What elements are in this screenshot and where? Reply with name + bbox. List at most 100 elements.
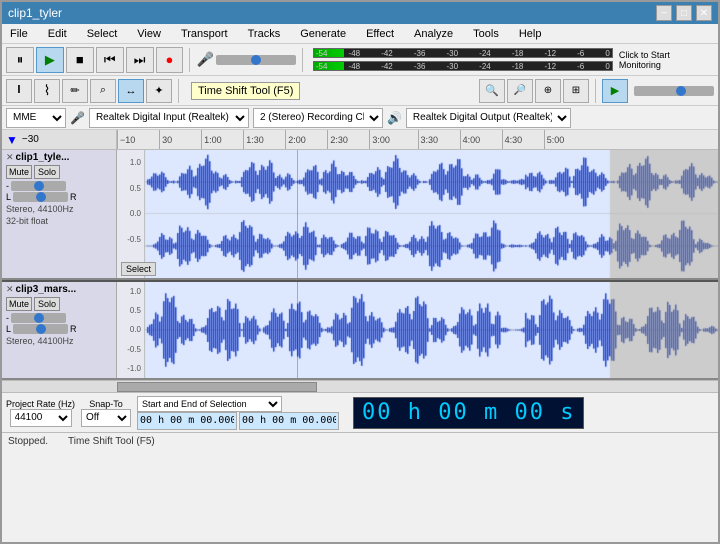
selection-end-input[interactable] <box>239 412 339 430</box>
timeline-arrow: ▼ <box>6 133 18 147</box>
stop-button[interactable]: ■ <box>66 47 94 73</box>
track1-pan-l: L <box>6 192 11 202</box>
horizontal-scrollbar[interactable] <box>2 380 718 392</box>
play-green-button[interactable]: ▶ <box>602 79 628 103</box>
track1-label: ✕ clip1_tyle... Mute Solo - L R Stereo, … <box>2 150 117 278</box>
track2-close-button[interactable]: ✕ <box>6 284 14 295</box>
track2-mute-button[interactable]: Mute <box>6 297 32 311</box>
track1-solo-button[interactable]: Solo <box>34 165 60 179</box>
track2-content[interactable]: 1.0 0.5 0.0 -0.5 -1.0 <box>117 282 718 378</box>
zoom-sep <box>595 79 596 103</box>
playback-gain-slider[interactable] <box>634 86 714 96</box>
tooltip-popup: Time Shift Tool (F5) <box>191 82 300 100</box>
speaker-icon: 🔊 <box>387 111 402 125</box>
channels-select[interactable]: 2 (Stereo) Recording Cha... <box>253 108 383 128</box>
selection-tool-button[interactable]: 𝐈 <box>6 79 32 103</box>
toolbar-separator <box>189 48 190 72</box>
vu-meter-area: -54-48-42-36-30-24-18-12-60 -54-48-42-36… <box>313 48 613 71</box>
play-button[interactable]: ▶ <box>36 47 64 73</box>
timeshift-tool-button[interactable]: ↔ <box>118 79 144 103</box>
ruler-ticks-area[interactable]: −10 30 1:00 1:30 2:00 2:30 3:00 3:30 4:0… <box>117 130 718 149</box>
big-time-display: 00 h 00 m 00 s <box>353 397 584 429</box>
ruler-tick: 2:30 <box>327 130 348 149</box>
track2-label: ✕ clip3_mars... Mute Solo - L R Stereo, … <box>2 282 117 378</box>
track1-select-button[interactable]: Select <box>121 262 156 276</box>
tools-sep <box>178 79 179 103</box>
selection-type-select[interactable]: Start and End of Selection <box>137 396 282 412</box>
ruler-spacer: ▼ −30 <box>2 130 117 149</box>
menu-help[interactable]: Help <box>515 26 546 42</box>
selection-range-area: Start and End of Selection <box>137 396 339 430</box>
ruler-tick: −10 <box>117 130 135 149</box>
record-button[interactable]: ● <box>156 47 184 73</box>
menu-file[interactable]: File <box>6 26 32 42</box>
status-left: Stopped. <box>8 436 48 447</box>
minimize-button[interactable]: − <box>656 5 672 21</box>
zoom-tool-button[interactable]: ⌕ <box>90 79 116 103</box>
track2-playhead <box>297 282 298 378</box>
input-device-select[interactable]: Realtek Digital Input (Realtek) <box>89 108 249 128</box>
envelope-tool-button[interactable]: ⌇ <box>34 79 60 103</box>
menu-generate[interactable]: Generate <box>296 26 350 42</box>
track1-pan-r: R <box>70 192 77 202</box>
track2-name: clip3_mars... <box>16 284 77 295</box>
skip-fwd-button[interactable]: ⏭ <box>126 47 154 73</box>
track1-pan-slider[interactable] <box>13 192 68 202</box>
zoom-in-button[interactable]: 🔍 <box>479 79 505 103</box>
selection-start-input[interactable] <box>137 412 237 430</box>
playback-gain-area <box>634 79 714 103</box>
track1-select-area: Select <box>121 262 156 276</box>
zoom-buttons: 🔍 🔎 ⊕ ⊞ ▶ <box>479 79 714 103</box>
track2-pan-slider[interactable] <box>13 324 68 334</box>
zoom-sel-button[interactable]: ⊕ <box>535 79 561 103</box>
track1-close-button[interactable]: ✕ <box>6 152 14 163</box>
track2-solo-button[interactable]: Solo <box>34 297 60 311</box>
ruler-tick: 1:30 <box>243 130 264 149</box>
zoom-fit-button[interactable]: ⊞ <box>563 79 589 103</box>
rate-label: Project Rate (Hz) <box>6 399 75 409</box>
window-title: clip1_tyler <box>8 6 62 20</box>
multi-tool-button[interactable]: ✦ <box>146 79 172 103</box>
draw-tool-button[interactable]: ✏ <box>62 79 88 103</box>
mic-icon2: 🎤 <box>70 111 85 125</box>
track1-gain-slider[interactable] <box>11 181 66 191</box>
vu-meter-top-labels: -54-48-42-36-30-24-18-12-60 <box>314 49 612 59</box>
menu-select[interactable]: Select <box>83 26 122 42</box>
title-bar: clip1_tyler − □ ✕ <box>2 2 718 24</box>
timeline-offset: −30 <box>22 134 39 145</box>
track2-info: Stereo, 44100Hz <box>6 336 112 348</box>
track1-waveform-canvas <box>117 150 718 278</box>
track2-pan-r: R <box>70 324 77 334</box>
menu-tracks[interactable]: Tracks <box>244 26 285 42</box>
snap-select[interactable]: Off <box>81 409 131 427</box>
mic-gain-slider[interactable] <box>216 55 296 65</box>
menu-view[interactable]: View <box>133 26 165 42</box>
scrollbar-thumb[interactable] <box>117 382 317 392</box>
zoom-out-button[interactable]: 🔎 <box>507 79 533 103</box>
menu-bar: File Edit Select View Transport Tracks G… <box>2 24 718 44</box>
ruler-tick: 3:00 <box>369 130 390 149</box>
title-bar-controls: − □ ✕ <box>656 5 712 21</box>
tools-toolbar: 𝐈 ⌇ ✏ ⌕ ↔ ✦ Time Shift Tool (F5) 🔍 🔎 ⊕ ⊞… <box>2 76 718 106</box>
ruler-tick: 2:00 <box>285 130 306 149</box>
ruler-tick: 30 <box>159 130 172 149</box>
status-bar: Stopped. Time Shift Tool (F5) <box>2 432 718 450</box>
menu-effect[interactable]: Effect <box>362 26 398 42</box>
menu-edit[interactable]: Edit <box>44 26 71 42</box>
tracks-area: ✕ clip1_tyle... Mute Solo - L R Stereo, … <box>2 150 718 380</box>
host-select[interactable]: MME <box>6 108 66 128</box>
output-device-select[interactable]: Realtek Digital Output (Realtek) <box>406 108 571 128</box>
vu-meter-bottom-labels: -54-48-42-36-30-24-18-12-60 <box>314 62 612 72</box>
skip-back-button[interactable]: ⏮ <box>96 47 124 73</box>
rate-select[interactable]: 44100 <box>10 409 72 427</box>
snap-label: Snap-To <box>89 399 123 409</box>
pause-button[interactable]: ⏸ <box>6 47 34 73</box>
track1-mute-button[interactable]: Mute <box>6 165 32 179</box>
track1-content[interactable]: 1.0 0.5 0.0 -0.5 -1.0 Select <box>117 150 718 278</box>
maximize-button[interactable]: □ <box>676 5 692 21</box>
menu-tools[interactable]: Tools <box>469 26 503 42</box>
menu-transport[interactable]: Transport <box>177 26 232 42</box>
close-button[interactable]: ✕ <box>696 5 712 21</box>
track2-gain-slider[interactable] <box>11 313 66 323</box>
menu-analyze[interactable]: Analyze <box>410 26 457 42</box>
